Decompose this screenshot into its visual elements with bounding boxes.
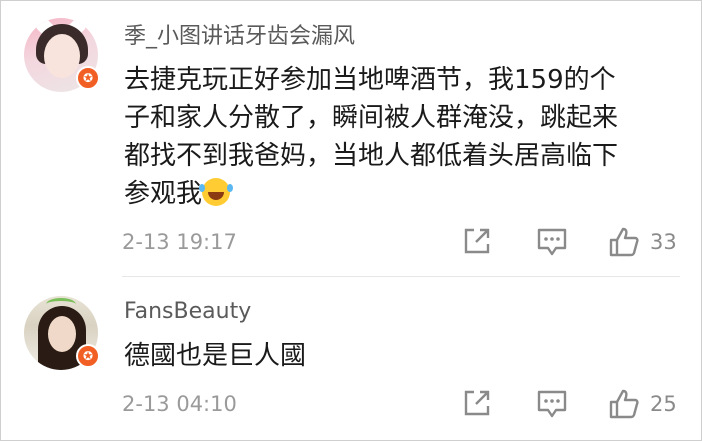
share-button[interactable] — [462, 388, 492, 424]
avatar-face — [48, 316, 76, 352]
verified-badge-icon: ✪ — [76, 344, 100, 368]
username[interactable]: FansBeauty — [124, 299, 251, 324]
thumbs-up-icon — [609, 389, 639, 419]
comment-item: ✪ FansBeauty 德國也是巨人國 2-13 04:10 25 — [0, 0, 702, 441]
comment-text: 德國也是巨人國 — [124, 337, 684, 375]
comment-line: 德國也是巨人國 — [124, 341, 307, 371]
reply-icon — [537, 390, 567, 418]
share-icon — [464, 390, 490, 416]
reply-button[interactable] — [536, 388, 568, 424]
like-button[interactable]: 25 — [608, 388, 677, 424]
comment-meta: 2-13 04:10 25 — [122, 388, 682, 424]
like-count: 25 — [650, 392, 677, 416]
timestamp: 2-13 04:10 — [122, 392, 237, 416]
